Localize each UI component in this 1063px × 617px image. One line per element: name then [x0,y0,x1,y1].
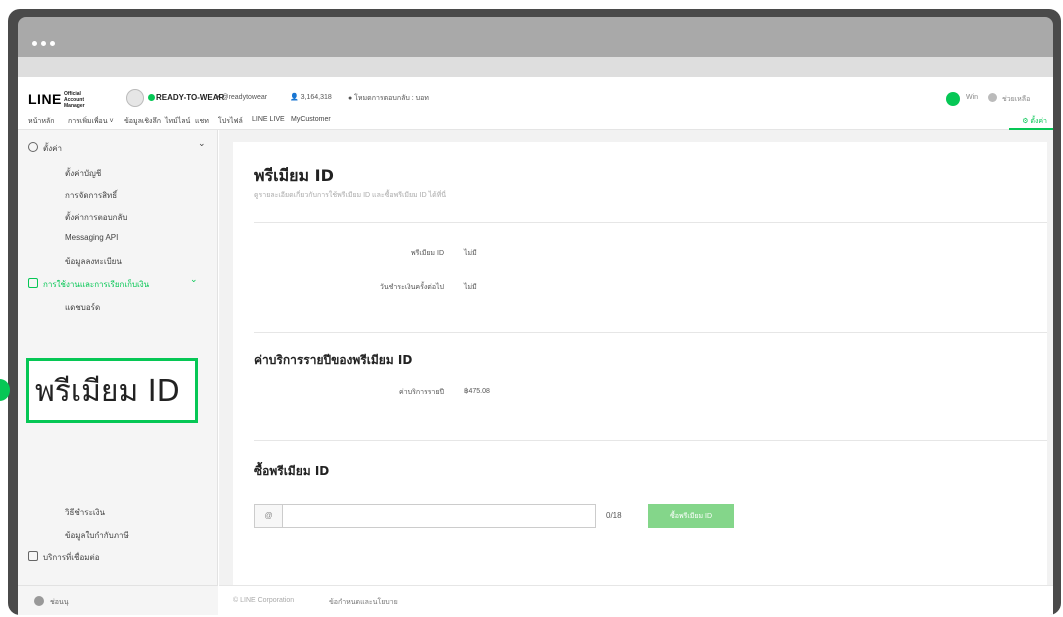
line-logo[interactable]: LINE [28,91,62,107]
main-nav: หน้าหลัก การเพิ่มเพื่อน ˅ ข้อมูลเชิงลึก … [18,111,1053,130]
nav-timeline[interactable]: ไทม์ไลน์ [165,116,190,127]
terms-link[interactable]: ข้อกำหนดและนโยบาย [329,597,398,608]
sidebar-item-permissions[interactable]: การจัดการสิทธิ์ [65,189,117,202]
nav-home[interactable]: หน้าหลัก [28,116,54,127]
logo-subtitle: Official Account Manager [64,91,85,109]
browser-address-strip [18,57,1053,77]
sidebar-footer: ช่อนนุ [18,585,218,615]
sidebar-item-dashboard[interactable]: แดชบอร์ด [65,301,100,314]
connected-services-icon [28,551,38,561]
billing-icon [28,278,38,288]
top-header: LINE Official Account Manager READY-TO-W… [18,77,1053,111]
browser-titlebar [18,17,1053,57]
page-footer: © LINE Corporation ข้อกำหนดและนโยบาย [219,585,1053,615]
browser-frame: LINE Official Account Manager READY-TO-W… [8,9,1061,615]
next-payment-value: ไม่มี [464,284,477,291]
chevron-down-icon[interactable]: ⌄ [198,139,206,149]
nav-mycustomer[interactable]: MyCustomer [291,116,331,123]
user-name[interactable]: ช่อนนุ [50,597,69,608]
sidebar-group-billing[interactable]: การใช้งานและการเรียกเก็บเงิน [43,278,149,291]
chevron-down-icon[interactable]: ⌄ [190,275,198,285]
highlight-marker-icon [946,92,960,106]
annual-fee-heading: ค่าบริการรายปีของพรีเมียม ID [254,353,413,367]
premium-id-card: พรีเมียม ID ดูรายละเอียดเกี่ยวกับการใช้พ… [233,142,1047,585]
account-name[interactable]: READY-TO-WEAR [156,93,224,102]
sidebar-item-payment-method[interactable]: วิธีชำระเงิน [65,506,105,519]
app-window: LINE Official Account Manager READY-TO-W… [18,77,1053,615]
zoom-callout-label: พรีเมียม ID [35,374,180,409]
nav-line-live[interactable]: LINE LIVE [252,116,285,123]
help-icon[interactable] [988,93,997,102]
buy-premium-id-button[interactable]: ซื้อพรีเมียม ID [648,504,734,528]
char-counter: 0/18 [606,511,622,520]
nav-add-friends[interactable]: การเพิ่มเพื่อน ˅ [68,116,114,127]
gear-icon [28,142,38,152]
zoom-callout[interactable]: พรีเมียม ID [26,358,198,423]
sidebar-item-messaging-api[interactable]: Messaging API [65,233,118,242]
premium-id-label: พรีเมียม ID [410,250,444,257]
page-title: พรีเมียม ID [254,166,334,185]
sidebar-item-account-settings[interactable]: ตั้งค่าบัญชี [65,167,101,180]
nav-chat[interactable]: แชท [195,116,209,127]
annual-fee-label: ค่าบริการรายปี [399,389,444,396]
premium-id-value: ไม่มี [464,250,477,257]
window-dot-icon[interactable] [41,41,46,46]
user-menu[interactable]: Win [966,94,978,101]
chat-mode-status[interactable]: ● โหมดการตอบกลับ : บอท [348,93,429,104]
window-dot-icon[interactable] [32,41,37,46]
window-dot-icon[interactable] [50,41,55,46]
page-subtitle: ดูรายละเอียดเกี่ยวกับการใช้พรีเมียม ID แ… [254,192,447,199]
nav-settings[interactable]: ⚙ ตั้งค่า [1022,116,1047,127]
sidebar-item-registration[interactable]: ข้อมูลลงทะเบียน [65,255,122,268]
account-avatar[interactable] [126,89,144,107]
sidebar-item-response-settings[interactable]: ตั้งค่าการตอบกลับ [65,211,127,224]
sidebar-group-connected-services[interactable]: บริการที่เชื่อมต่อ [43,551,100,564]
sidebar-item-tax-invoice[interactable]: ข้อมูลใบกำกับภาษี [65,529,129,542]
nav-insights[interactable]: ข้อมูลเชิงลึก [124,116,161,127]
next-payment-label: วันชำระเงินครั้งต่อไป [379,284,444,291]
premium-id-input[interactable]: @ [254,504,596,528]
help-link[interactable]: ช่วยเหลือ [1002,94,1030,105]
verified-badge-icon [148,94,155,101]
buy-premium-heading: ซื้อพรีเมียม ID [254,464,330,478]
annual-fee-value: ฿475.08 [464,388,490,395]
divider [254,440,1047,441]
at-prefix: @ [255,505,283,527]
sidebar-group-settings[interactable]: ตั้งค่า [43,142,62,155]
nav-profile[interactable]: โปรไฟล์ [218,116,243,127]
copyright: © LINE Corporation [233,597,295,604]
main-content: พรีเมียม ID ดูรายละเอียดเกี่ยวกับการใช้พ… [219,130,1053,585]
friend-count: 👤 3,164,318 [290,94,332,101]
user-avatar[interactable] [34,596,44,606]
divider [254,222,1047,223]
account-id-dropdown[interactable]: ▾ @readytowear [216,93,267,101]
divider [254,332,1047,333]
